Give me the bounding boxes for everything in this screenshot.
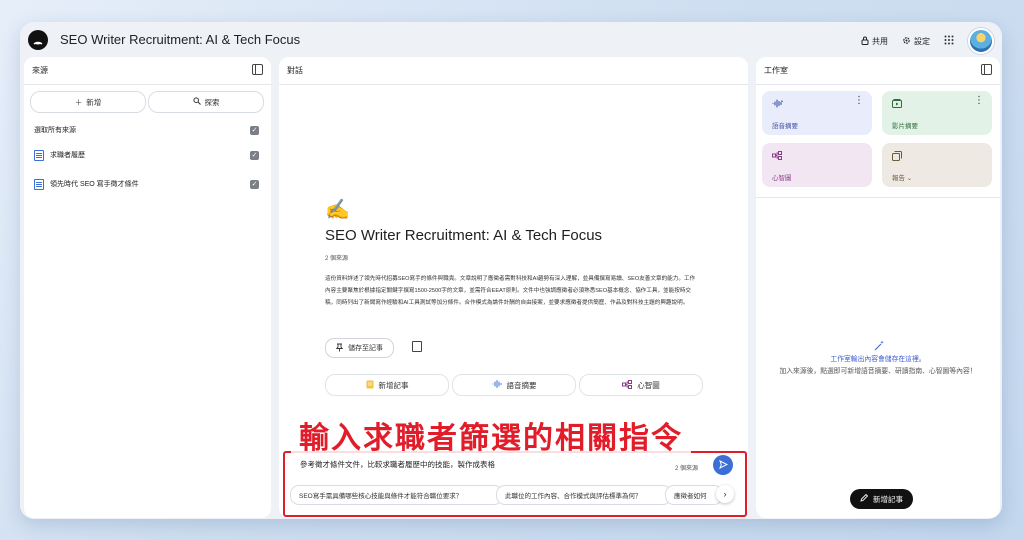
top-actions: 共用 設定 <box>861 28 994 54</box>
studio-panel: 工作室 語音摘要 ⋮ 影片摘要 ⋮ 心智圖 報告 ⌄ 工作室輸出內容會儲存在這裡… <box>756 57 1000 518</box>
mindmap-card-label: 心智圖 <box>772 175 792 182</box>
collapse-panel-icon[interactable] <box>981 64 992 75</box>
source-item[interactable]: 領先時代 SEO 寫手徵才條件 ✓ <box>34 177 259 191</box>
studio-empty-description: 加入來源後，點選即可新增語音摘要、研讀指南、心智圖等內容！ <box>779 368 977 375</box>
select-all-label: 選取所有來源 <box>34 127 76 134</box>
gear-icon <box>902 36 911 47</box>
chat-header: 對話 <box>287 66 303 75</box>
add-source-button[interactable]: ＋ 新增 <box>30 91 146 113</box>
select-all-checkbox[interactable]: ✓ <box>250 125 259 135</box>
send-icon <box>718 456 728 474</box>
mindmap-card[interactable]: 心智圖 <box>762 143 872 187</box>
share-button[interactable]: 共用 <box>861 36 888 47</box>
notebook-logo-icon[interactable] <box>28 30 48 50</box>
pin-icon <box>335 343 344 354</box>
input-source-count: 2 個來源 <box>675 466 699 472</box>
divider <box>756 84 1000 85</box>
document-icon <box>34 178 44 190</box>
explore-label: 探索 <box>204 97 220 107</box>
lock-icon <box>861 36 869 47</box>
settings-button[interactable]: 設定 <box>902 36 930 47</box>
app-window: SEO Writer Recruitment: AI & Tech Focus … <box>20 22 1002 519</box>
suggestion-chip[interactable]: SEO寫手需具備哪些核心技能與條件才能符合職位要求？ <box>290 485 503 505</box>
mindmap-icon <box>622 379 633 391</box>
divider <box>756 197 1000 198</box>
top-bar: SEO Writer Recruitment: AI & Tech Focus … <box>20 22 1002 58</box>
collapse-panel-icon[interactable] <box>252 64 263 75</box>
audio-wave-icon <box>492 380 502 390</box>
chevron-right-icon[interactable]: › <box>716 485 734 503</box>
add-note-button[interactable]: 新增記事 <box>850 489 913 509</box>
document-icon <box>34 149 44 161</box>
source-item-label: 領先時代 SEO 寫手徵才條件 <box>50 181 139 188</box>
sources-header: 來源 <box>32 66 48 75</box>
video-icon <box>892 99 902 110</box>
save-to-note-label: 儲存至記事 <box>348 345 383 352</box>
report-card-label: 報告 ⌄ <box>892 175 913 182</box>
suggestion-chip[interactable]: 應徵者如何 <box>665 485 723 505</box>
send-button[interactable] <box>713 455 733 475</box>
audio-summary-card[interactable]: 語音摘要 ⋮ <box>762 91 872 135</box>
studio-empty-title: 工作室輸出內容會儲存在這裡。 <box>830 356 926 363</box>
share-label: 共用 <box>872 36 888 46</box>
report-card[interactable]: 報告 ⌄ <box>882 143 992 187</box>
select-all-row[interactable]: 選取所有來源 ✓ <box>34 123 259 137</box>
note-icon <box>366 380 374 391</box>
mindmap-icon <box>772 151 782 162</box>
divider <box>24 84 271 85</box>
audio-summary-label: 語音摘要 <box>506 380 537 390</box>
add-source-label: 新增 <box>86 97 102 107</box>
sources-panel: 來源 ＋ 新增 探索 選取所有來源 ✓ 求職者履歷 ✓ 領先時代 SEO 寫手徵… <box>24 57 271 518</box>
explore-button[interactable]: 探索 <box>148 91 264 113</box>
apps-grid-icon[interactable] <box>944 35 954 47</box>
mindmap-button[interactable]: 心智圖 <box>579 374 703 396</box>
avatar[interactable] <box>968 28 994 54</box>
add-note-label: 新增記事 <box>378 380 409 390</box>
source-item-label: 求職者履歷 <box>50 152 85 159</box>
mindmap-label: 心智圖 <box>637 380 660 390</box>
divider <box>279 84 748 85</box>
copy-icon[interactable] <box>412 341 422 352</box>
plus-icon: ＋ <box>74 97 83 107</box>
more-vert-icon[interactable]: ⋮ <box>974 96 984 106</box>
notebook-title[interactable]: SEO Writer Recruitment: AI & Tech Focus <box>60 32 300 47</box>
suggestion-chip[interactable]: 此職位的工作內容、合作模式與評估標準為何？ <box>496 485 672 505</box>
sparkle-search-icon <box>192 97 201 107</box>
audio-summary-button[interactable]: 語音摘要 <box>452 374 576 396</box>
video-summary-card[interactable]: 影片摘要 ⋮ <box>882 91 992 135</box>
report-icon <box>892 151 902 163</box>
notebook-summary: 這份資料詳述了領先時代招募SEO寫手的條件與職責。文章說明了應徵者需對科技和AI… <box>325 276 696 307</box>
studio-header: 工作室 <box>764 66 788 75</box>
add-note-label: 新增記事 <box>873 494 903 504</box>
writing-hand-icon: ✍️ <box>325 199 350 221</box>
source-checkbox[interactable]: ✓ <box>250 179 259 189</box>
audio-summary-card-label: 語音摘要 <box>772 123 798 130</box>
chat-input[interactable]: 參考徵才條件文件，比較求職者履歷中的技能，製作成表格 <box>300 459 495 470</box>
instruction-overlay: 輸入求職者篩選的相關指令 <box>291 419 691 459</box>
more-vert-icon[interactable]: ⋮ <box>854 96 864 106</box>
settings-label: 設定 <box>914 36 930 46</box>
video-summary-card-label: 影片摘要 <box>892 123 918 130</box>
source-item[interactable]: 求職者履歷 ✓ <box>34 148 259 162</box>
save-to-note-button[interactable]: 儲存至記事 <box>325 338 394 358</box>
source-checkbox[interactable]: ✓ <box>250 150 259 160</box>
notebook-heading: SEO Writer Recruitment: AI & Tech Focus <box>325 227 603 244</box>
add-note-action-button[interactable]: 新增記事 <box>325 374 449 396</box>
source-count: 2 個來源 <box>325 256 349 262</box>
magic-wand-icon <box>874 340 885 354</box>
audio-wave-icon <box>772 99 784 110</box>
pencil-icon <box>860 493 869 504</box>
